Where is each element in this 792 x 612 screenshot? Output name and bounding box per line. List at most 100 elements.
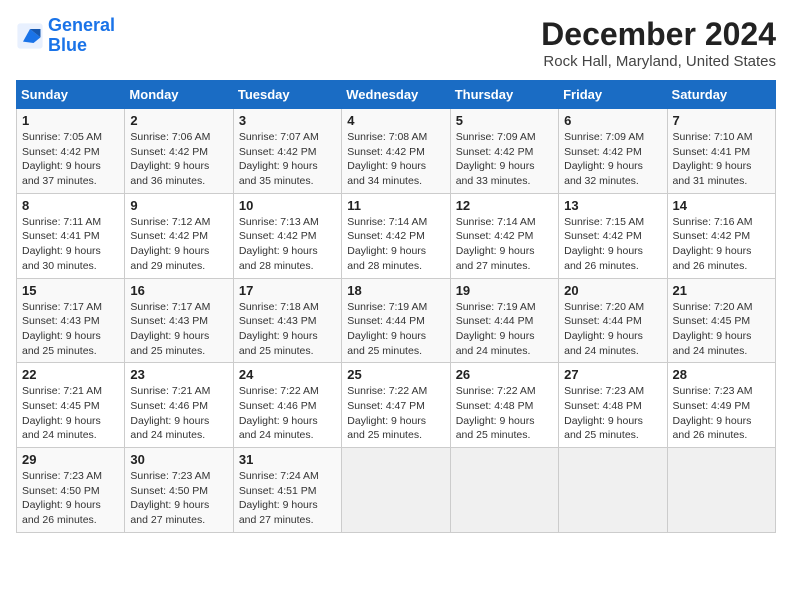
- day-cell: 5 Sunrise: 7:09 AMSunset: 4:42 PMDayligh…: [450, 109, 558, 194]
- day-info: Sunrise: 7:22 AMSunset: 4:48 PMDaylight:…: [456, 385, 536, 441]
- day-number: 9: [130, 198, 227, 213]
- day-cell: 29 Sunrise: 7:23 AMSunset: 4:50 PMDaylig…: [17, 448, 125, 533]
- day-number: 31: [239, 452, 336, 467]
- day-info: Sunrise: 7:09 AMSunset: 4:42 PMDaylight:…: [564, 131, 644, 187]
- page-header: General Blue December 2024 Rock Hall, Ma…: [16, 16, 776, 70]
- day-info: Sunrise: 7:10 AMSunset: 4:41 PMDaylight:…: [673, 131, 753, 187]
- day-cell: 24 Sunrise: 7:22 AMSunset: 4:46 PMDaylig…: [233, 363, 341, 448]
- day-number: 7: [673, 113, 770, 128]
- day-number: 25: [347, 367, 444, 382]
- day-info: Sunrise: 7:06 AMSunset: 4:42 PMDaylight:…: [130, 131, 210, 187]
- day-number: 26: [456, 367, 553, 382]
- day-number: 24: [239, 367, 336, 382]
- logo-line2: Blue: [48, 36, 115, 56]
- day-info: Sunrise: 7:23 AMSunset: 4:48 PMDaylight:…: [564, 385, 644, 441]
- day-info: Sunrise: 7:24 AMSunset: 4:51 PMDaylight:…: [239, 470, 319, 526]
- day-cell: 26 Sunrise: 7:22 AMSunset: 4:48 PMDaylig…: [450, 363, 558, 448]
- day-info: Sunrise: 7:22 AMSunset: 4:46 PMDaylight:…: [239, 385, 319, 441]
- day-number: 3: [239, 113, 336, 128]
- day-number: 1: [22, 113, 119, 128]
- day-info: Sunrise: 7:14 AMSunset: 4:42 PMDaylight:…: [347, 216, 427, 272]
- day-number: 19: [456, 283, 553, 298]
- day-number: 10: [239, 198, 336, 213]
- week-row-1: 1 Sunrise: 7:05 AMSunset: 4:42 PMDayligh…: [17, 109, 776, 194]
- day-info: Sunrise: 7:20 AMSunset: 4:45 PMDaylight:…: [673, 301, 753, 357]
- day-cell: 10 Sunrise: 7:13 AMSunset: 4:42 PMDaylig…: [233, 193, 341, 278]
- day-cell: 7 Sunrise: 7:10 AMSunset: 4:41 PMDayligh…: [667, 109, 775, 194]
- page-subtitle: Rock Hall, Maryland, United States: [541, 53, 776, 70]
- day-cell: 3 Sunrise: 7:07 AMSunset: 4:42 PMDayligh…: [233, 109, 341, 194]
- day-info: Sunrise: 7:19 AMSunset: 4:44 PMDaylight:…: [347, 301, 427, 357]
- day-cell: 25 Sunrise: 7:22 AMSunset: 4:47 PMDaylig…: [342, 363, 450, 448]
- day-info: Sunrise: 7:20 AMSunset: 4:44 PMDaylight:…: [564, 301, 644, 357]
- day-info: Sunrise: 7:21 AMSunset: 4:45 PMDaylight:…: [22, 385, 102, 441]
- day-info: Sunrise: 7:23 AMSunset: 4:50 PMDaylight:…: [130, 470, 210, 526]
- day-number: 29: [22, 452, 119, 467]
- header-row: SundayMondayTuesdayWednesdayThursdayFrid…: [17, 81, 776, 109]
- day-info: Sunrise: 7:17 AMSunset: 4:43 PMDaylight:…: [130, 301, 210, 357]
- day-number: 14: [673, 198, 770, 213]
- day-info: Sunrise: 7:22 AMSunset: 4:47 PMDaylight:…: [347, 385, 427, 441]
- day-number: 30: [130, 452, 227, 467]
- day-info: Sunrise: 7:12 AMSunset: 4:42 PMDaylight:…: [130, 216, 210, 272]
- logo-text: General Blue: [48, 16, 115, 56]
- day-cell: 13 Sunrise: 7:15 AMSunset: 4:42 PMDaylig…: [559, 193, 667, 278]
- day-number: 4: [347, 113, 444, 128]
- day-number: 13: [564, 198, 661, 213]
- header-cell-sunday: Sunday: [17, 81, 125, 109]
- day-number: 18: [347, 283, 444, 298]
- day-cell: 30 Sunrise: 7:23 AMSunset: 4:50 PMDaylig…: [125, 448, 233, 533]
- week-row-4: 22 Sunrise: 7:21 AMSunset: 4:45 PMDaylig…: [17, 363, 776, 448]
- title-block: December 2024 Rock Hall, Maryland, Unite…: [541, 16, 776, 70]
- day-cell: 21 Sunrise: 7:20 AMSunset: 4:45 PMDaylig…: [667, 278, 775, 363]
- logo: General Blue: [16, 16, 115, 56]
- day-cell: 27 Sunrise: 7:23 AMSunset: 4:48 PMDaylig…: [559, 363, 667, 448]
- day-number: 6: [564, 113, 661, 128]
- day-cell: 2 Sunrise: 7:06 AMSunset: 4:42 PMDayligh…: [125, 109, 233, 194]
- day-cell: 20 Sunrise: 7:20 AMSunset: 4:44 PMDaylig…: [559, 278, 667, 363]
- day-number: 2: [130, 113, 227, 128]
- header-cell-thursday: Thursday: [450, 81, 558, 109]
- day-number: 5: [456, 113, 553, 128]
- day-info: Sunrise: 7:23 AMSunset: 4:49 PMDaylight:…: [673, 385, 753, 441]
- day-cell: [667, 448, 775, 533]
- day-cell: 11 Sunrise: 7:14 AMSunset: 4:42 PMDaylig…: [342, 193, 450, 278]
- day-cell: 18 Sunrise: 7:19 AMSunset: 4:44 PMDaylig…: [342, 278, 450, 363]
- page-title: December 2024: [541, 16, 776, 53]
- day-cell: 17 Sunrise: 7:18 AMSunset: 4:43 PMDaylig…: [233, 278, 341, 363]
- day-cell: 12 Sunrise: 7:14 AMSunset: 4:42 PMDaylig…: [450, 193, 558, 278]
- day-info: Sunrise: 7:15 AMSunset: 4:42 PMDaylight:…: [564, 216, 644, 272]
- day-cell: 8 Sunrise: 7:11 AMSunset: 4:41 PMDayligh…: [17, 193, 125, 278]
- day-cell: 14 Sunrise: 7:16 AMSunset: 4:42 PMDaylig…: [667, 193, 775, 278]
- day-info: Sunrise: 7:07 AMSunset: 4:42 PMDaylight:…: [239, 131, 319, 187]
- day-number: 28: [673, 367, 770, 382]
- day-cell: 16 Sunrise: 7:17 AMSunset: 4:43 PMDaylig…: [125, 278, 233, 363]
- header-cell-wednesday: Wednesday: [342, 81, 450, 109]
- day-info: Sunrise: 7:21 AMSunset: 4:46 PMDaylight:…: [130, 385, 210, 441]
- day-number: 23: [130, 367, 227, 382]
- header-cell-saturday: Saturday: [667, 81, 775, 109]
- day-number: 11: [347, 198, 444, 213]
- day-info: Sunrise: 7:05 AMSunset: 4:42 PMDaylight:…: [22, 131, 102, 187]
- day-info: Sunrise: 7:09 AMSunset: 4:42 PMDaylight:…: [456, 131, 536, 187]
- day-info: Sunrise: 7:18 AMSunset: 4:43 PMDaylight:…: [239, 301, 319, 357]
- day-number: 17: [239, 283, 336, 298]
- day-cell: 1 Sunrise: 7:05 AMSunset: 4:42 PMDayligh…: [17, 109, 125, 194]
- day-cell: [342, 448, 450, 533]
- day-number: 22: [22, 367, 119, 382]
- day-cell: 15 Sunrise: 7:17 AMSunset: 4:43 PMDaylig…: [17, 278, 125, 363]
- day-number: 16: [130, 283, 227, 298]
- day-info: Sunrise: 7:11 AMSunset: 4:41 PMDaylight:…: [22, 216, 101, 272]
- day-info: Sunrise: 7:16 AMSunset: 4:42 PMDaylight:…: [673, 216, 753, 272]
- week-row-2: 8 Sunrise: 7:11 AMSunset: 4:41 PMDayligh…: [17, 193, 776, 278]
- day-number: 27: [564, 367, 661, 382]
- logo-icon: [16, 22, 44, 50]
- day-cell: 19 Sunrise: 7:19 AMSunset: 4:44 PMDaylig…: [450, 278, 558, 363]
- header-cell-monday: Monday: [125, 81, 233, 109]
- logo-line1: General: [48, 15, 115, 35]
- week-row-5: 29 Sunrise: 7:23 AMSunset: 4:50 PMDaylig…: [17, 448, 776, 533]
- day-info: Sunrise: 7:13 AMSunset: 4:42 PMDaylight:…: [239, 216, 319, 272]
- day-cell: 23 Sunrise: 7:21 AMSunset: 4:46 PMDaylig…: [125, 363, 233, 448]
- day-number: 15: [22, 283, 119, 298]
- week-row-3: 15 Sunrise: 7:17 AMSunset: 4:43 PMDaylig…: [17, 278, 776, 363]
